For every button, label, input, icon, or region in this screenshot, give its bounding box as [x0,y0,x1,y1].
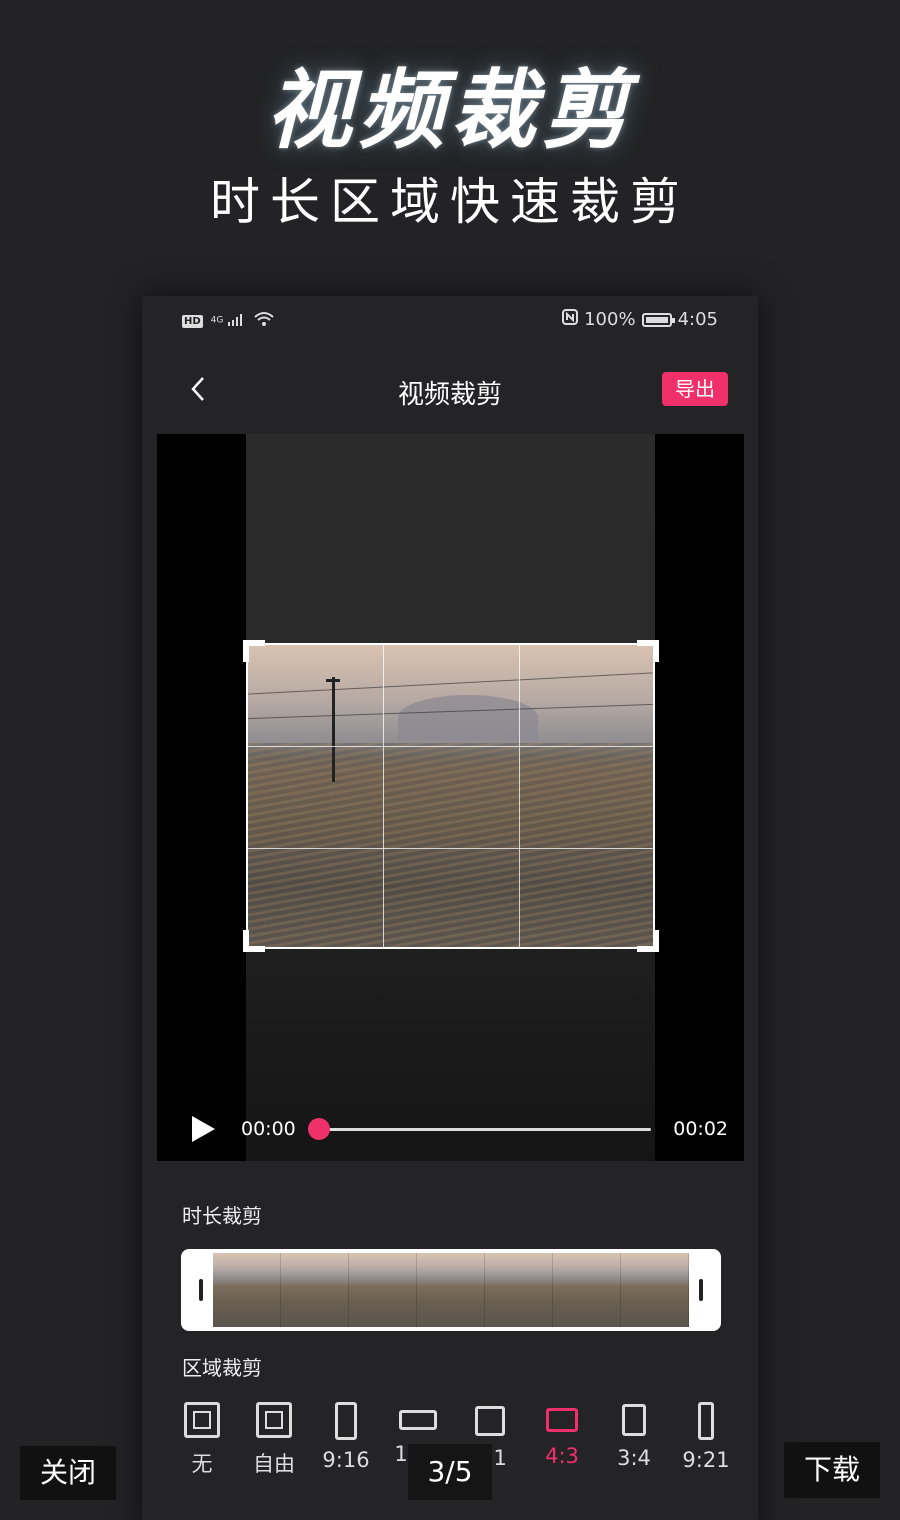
ratio-label: 自由 [253,1452,295,1476]
square-inset-icon [256,1402,292,1438]
ratio-label: 9:16 [322,1448,370,1472]
region-crop-label: 区域裁剪 [182,1356,262,1380]
ratio-label: 3:4 [617,1446,651,1470]
landscape-rect-icon [546,1408,578,1432]
crop-grid-line [383,645,384,947]
phone-screen: HD 4G 100% 4:05 视频裁剪 导出 00:00 00:02 时长裁剪… [142,296,758,1520]
crop-grid-line [519,645,520,947]
export-button[interactable]: 导出 [662,372,728,406]
landscape-rect-icon [399,1410,437,1430]
page-indicator: 3/5 [408,1444,492,1500]
thumbnail-strip [213,1253,689,1327]
tall-rect-icon [698,1402,714,1440]
ratio-option-3-4[interactable]: 3:4 [598,1396,670,1486]
progress-knob[interactable] [308,1118,330,1140]
duration-timeline[interactable] [181,1249,721,1331]
power-line [248,672,653,695]
thumbnail [621,1253,689,1327]
signal-icon: 4G [211,313,245,330]
duration-time: 00:02 [673,1118,728,1140]
ratio-option-free[interactable]: 自由 [238,1396,310,1486]
hd-icon: HD [182,315,203,328]
current-time: 00:00 [241,1118,296,1140]
crop-grid-line [248,848,653,849]
crop-handle-top-right[interactable] [637,640,659,662]
square-inset-icon [184,1402,220,1438]
thumbnail [485,1253,553,1327]
utility-pole [332,677,335,782]
thumbnail [281,1253,349,1327]
ratio-option-none[interactable]: 无 [166,1396,238,1486]
crop-grid-line [248,746,653,747]
status-bar: HD 4G 100% 4:05 [142,296,758,346]
thumbnail [553,1253,621,1327]
crop-region[interactable] [246,643,655,949]
ratio-label: 4:3 [545,1444,579,1468]
download-button[interactable]: 下载 [784,1442,880,1498]
portrait-rect-icon [622,1404,646,1436]
crop-handle-bottom-left[interactable] [243,930,265,952]
nav-bar: 视频裁剪 导出 [142,356,758,426]
thumbnail [213,1253,281,1327]
close-button[interactable]: 关闭 [20,1446,116,1500]
progress-track[interactable] [317,1128,651,1131]
ratio-option-9-16[interactable]: 9:16 [310,1396,382,1486]
utility-pole-crossbar [326,679,340,682]
battery-percent: 100% [584,309,636,330]
status-time: 4:05 [677,309,718,330]
square-icon [475,1406,505,1436]
ratio-option-4-3[interactable]: 4:3 [526,1396,598,1486]
play-icon[interactable] [189,1114,217,1144]
crop-handle-top-left[interactable] [243,640,265,662]
ratio-label: 无 [191,1452,213,1476]
crop-field [248,743,653,947]
timeline-start-handle[interactable] [199,1279,203,1301]
hero-title: 视频裁剪 [266,61,634,161]
crop-hill [398,695,538,740]
battery-icon [641,312,675,327]
duration-crop-label: 时长裁剪 [182,1204,262,1228]
wifi-icon [253,310,275,333]
crop-handle-bottom-right[interactable] [637,930,659,952]
network-label: 4G [210,315,224,326]
thumbnail [349,1253,417,1327]
timeline-end-handle[interactable] [699,1279,703,1301]
thumbnail [417,1253,485,1327]
ratio-option-9-21[interactable]: 9:21 [670,1396,742,1486]
video-preview: 00:00 00:02 [157,434,744,1161]
portrait-rect-icon [335,1402,357,1440]
hero-subtitle: 时长区域快速裁剪 [210,173,690,231]
ratio-label: 9:21 [682,1448,730,1472]
nfc-icon [562,309,579,330]
